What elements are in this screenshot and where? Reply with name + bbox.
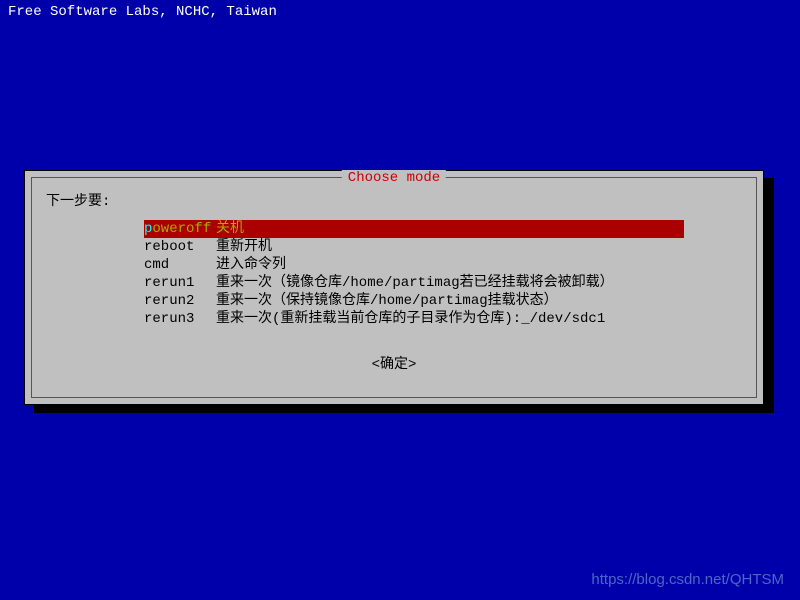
menu-key: rerun3 (144, 310, 216, 328)
menu-desc: 重来一次(重新挂载当前仓库的子目录作为仓库):_/dev/sdc1 (216, 310, 684, 328)
menu-key: rerun1 (144, 274, 216, 292)
menu-key: poweroff (144, 220, 216, 238)
menu-item-poweroff[interactable]: poweroff 关机 (144, 220, 684, 238)
menu-item-rerun3[interactable]: rerun3 重来一次(重新挂载当前仓库的子目录作为仓库):_/dev/sdc1 (144, 310, 684, 328)
menu-item-cmd[interactable]: cmd 进入命令列 (144, 256, 684, 274)
menu-list[interactable]: poweroff 关机 reboot 重新开机 cmd 进入命令列 rerun1… (144, 220, 684, 328)
ok-button[interactable]: <确定> (372, 353, 417, 373)
watermark-text: https://blog.csdn.net/QHTSM (591, 571, 784, 588)
menu-key: cmd (144, 256, 216, 274)
header-text: Free Software Labs, NCHC, Taiwan (0, 0, 800, 24)
menu-item-rerun1[interactable]: rerun1 重来一次（镜像仓库/home/partimag若已经挂载将会被卸载… (144, 274, 684, 292)
menu-desc: 进入命令列 (216, 256, 684, 274)
choose-mode-dialog: Choose mode 下一步要: poweroff 关机 reboot 重新开… (24, 170, 764, 405)
menu-key: rerun2 (144, 292, 216, 310)
menu-item-reboot[interactable]: reboot 重新开机 (144, 238, 684, 256)
menu-desc: 重新开机 (216, 238, 684, 256)
menu-item-rerun2[interactable]: rerun2 重来一次（保持镜像仓库/home/partimag挂载状态） (144, 292, 684, 310)
menu-key: reboot (144, 238, 216, 256)
dialog-prompt: 下一步要: (46, 190, 110, 210)
menu-desc: 重来一次（保持镜像仓库/home/partimag挂载状态） (216, 292, 684, 310)
menu-desc: 重来一次（镜像仓库/home/partimag若已经挂载将会被卸载） (216, 274, 684, 292)
dialog-border: Choose mode 下一步要: poweroff 关机 reboot 重新开… (31, 177, 757, 398)
menu-desc: 关机 (216, 220, 684, 238)
dialog-title: Choose mode (342, 170, 446, 186)
